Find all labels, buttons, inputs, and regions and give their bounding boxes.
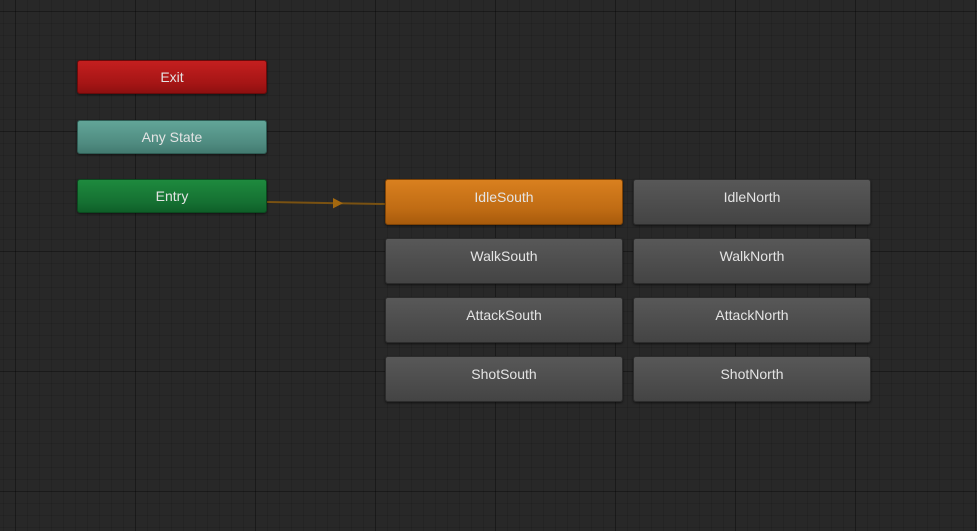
transition-arrow-icon: [333, 198, 343, 209]
any-state-node-label: Any State: [141, 129, 203, 145]
any-state-node[interactable]: Any State: [77, 120, 267, 154]
state-node-label: WalkSouth: [470, 248, 538, 264]
entry-node-label: Entry: [155, 188, 189, 204]
state-node-walknorth[interactable]: WalkNorth: [633, 238, 871, 284]
state-node-label: AttackSouth: [466, 307, 542, 323]
state-node-attacksouth[interactable]: AttackSouth: [385, 297, 623, 343]
animator-graph-canvas[interactable]: Exit Any State Entry IdleSouth IdleNorth…: [0, 0, 977, 531]
state-node-label: ShotSouth: [471, 366, 537, 382]
exit-node-label: Exit: [160, 69, 184, 85]
state-node-label: ShotNorth: [720, 366, 784, 382]
state-node-shotnorth[interactable]: ShotNorth: [633, 356, 871, 402]
entry-to-idlesouth-transition[interactable]: [266, 201, 386, 205]
state-node-label: AttackNorth: [715, 307, 789, 323]
state-node-walksouth[interactable]: WalkSouth: [385, 238, 623, 284]
exit-node[interactable]: Exit: [77, 60, 267, 94]
state-node-label: WalkNorth: [719, 248, 785, 264]
state-node-attacknorth[interactable]: AttackNorth: [633, 297, 871, 343]
entry-node[interactable]: Entry: [77, 179, 267, 213]
state-node-idlesouth[interactable]: IdleSouth: [385, 179, 623, 225]
state-node-label: IdleNorth: [723, 189, 781, 205]
state-node-idlenorth[interactable]: IdleNorth: [633, 179, 871, 225]
state-node-label: IdleSouth: [474, 189, 534, 205]
state-node-shotsouth[interactable]: ShotSouth: [385, 356, 623, 402]
